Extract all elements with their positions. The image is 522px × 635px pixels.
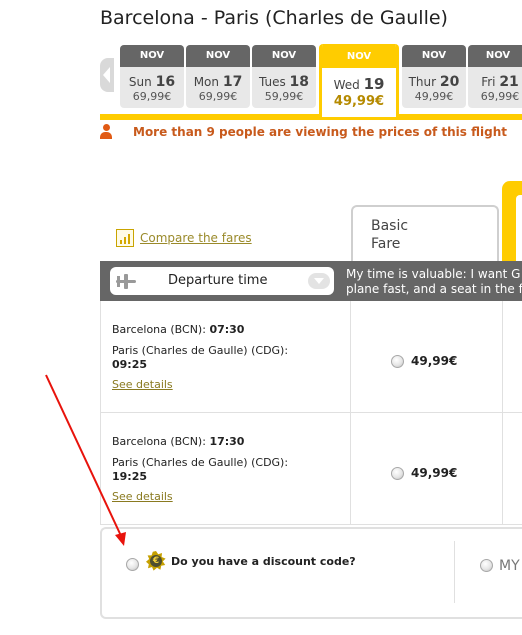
person-icon (100, 124, 112, 140)
date-tab-price: 49,99€ (414, 90, 454, 103)
date-tab-wed-19-selected[interactable]: NOV Wed 19 49,99€ (319, 44, 399, 120)
compare-fares-text: Compare the fares (140, 231, 252, 245)
date-tab-month: NOV (402, 45, 466, 67)
origin-label: Barcelona (BCN): (112, 323, 206, 336)
date-tab-price: 69,99€ (132, 90, 172, 103)
departure-time: 07:30 (209, 323, 245, 336)
fare-promo-text: My time is valuable: I want G plane fast… (346, 267, 522, 297)
basic-fare-tab[interactable]: Basic Fare (351, 205, 499, 263)
basic-fare-label: Basic Fare (371, 218, 409, 252)
date-tab-month: NOV (322, 44, 396, 68)
date-tab-price: 59,99€ (264, 90, 304, 103)
flight-info: Barcelona (BCN): 07:30 Paris (Charles de… (112, 323, 342, 391)
viewers-notice-text: More than 9 people are viewing the price… (133, 125, 507, 139)
fare-radio[interactable] (391, 355, 404, 368)
date-tab-month: NOV (468, 45, 522, 67)
date-strip-underline (100, 114, 522, 120)
see-details-link[interactable]: See details (112, 378, 173, 391)
date-tab-price: 69,99€ (480, 90, 520, 103)
discount-code-radio[interactable] (126, 558, 139, 571)
fare-radio[interactable] (391, 467, 404, 480)
fare-price: 49,99€ (411, 354, 458, 368)
flights-table: Barcelona (BCN): 07:30 Paris (Charles de… (100, 301, 522, 525)
date-tab-thur-20[interactable]: NOV Thur 20 49,99€ (402, 45, 466, 108)
fare-promo-line-1: My time is valuable: I want G (346, 267, 521, 281)
chevron-down-icon (308, 273, 330, 289)
fare-price: 49,99€ (411, 466, 458, 480)
date-tab-day: Mon 17 (193, 74, 243, 90)
premium-fare-column-edge (502, 181, 522, 265)
date-tab-month: NOV (252, 45, 316, 67)
destination-label: Paris (Charles de Gaulle) (CDG): (112, 456, 289, 469)
date-tab-day: Fri 21 (481, 74, 519, 90)
see-details-link[interactable]: See details (112, 490, 173, 503)
date-nav-prev-button[interactable] (100, 58, 114, 92)
viewers-notice: More than 9 people are viewing the price… (100, 124, 522, 140)
date-tab-day: Sun 16 (128, 74, 176, 90)
discount-divider (454, 541, 455, 603)
date-tab-month: NOV (186, 45, 250, 67)
arrival-time: 19:25 (112, 470, 148, 483)
date-tab-price: 49,99€ (333, 94, 385, 109)
fare-promo-line-2: plane fast, and a seat in the fr (346, 282, 522, 296)
date-tab-day: Tues 18 (258, 74, 310, 90)
plane-icon (116, 273, 136, 289)
table-row: Barcelona (BCN): 17:30 Paris (Charles de… (101, 413, 522, 525)
date-tab-price: 69,99€ (198, 90, 238, 103)
date-tab-day: Wed 19 (333, 75, 385, 93)
discount-code-question: Do you have a discount code? (171, 555, 356, 568)
date-tab-mon-17[interactable]: NOV Mon 17 69,99€ (186, 45, 250, 108)
table-row: Barcelona (BCN): 07:30 Paris (Charles de… (101, 301, 522, 413)
date-tab-tues-18[interactable]: NOV Tues 18 59,99€ (252, 45, 316, 108)
my-option-label: MY (499, 558, 520, 574)
destination-label: Paris (Charles de Gaulle) (CDG): (112, 344, 289, 357)
arrival-time: 09:25 (112, 358, 148, 371)
my-option-radio[interactable] (480, 559, 493, 572)
flight-info: Barcelona (BCN): 17:30 Paris (Charles de… (112, 435, 342, 503)
bar-chart-icon (116, 229, 134, 247)
origin-label: Barcelona (BCN): (112, 435, 206, 448)
sort-select-value: Departure time (168, 273, 268, 288)
date-tab-fri-21[interactable]: NOV Fri 21 69,99€ (468, 45, 522, 108)
date-tab-day: Thur 20 (408, 74, 460, 90)
sort-bar: Departure time My time is valuable: I wa… (100, 261, 522, 301)
sort-select[interactable]: Departure time (110, 267, 334, 295)
discount-box: € Do you have a discount code? MY (100, 527, 522, 619)
departure-time: 17:30 (209, 435, 245, 448)
date-tab-sun-16[interactable]: NOV Sun 16 69,99€ (120, 45, 184, 108)
date-tab-month: NOV (120, 45, 184, 67)
route-title: Barcelona - Paris (Charles de Gaulle) (100, 7, 448, 29)
euro-badge-icon: € (146, 551, 166, 571)
